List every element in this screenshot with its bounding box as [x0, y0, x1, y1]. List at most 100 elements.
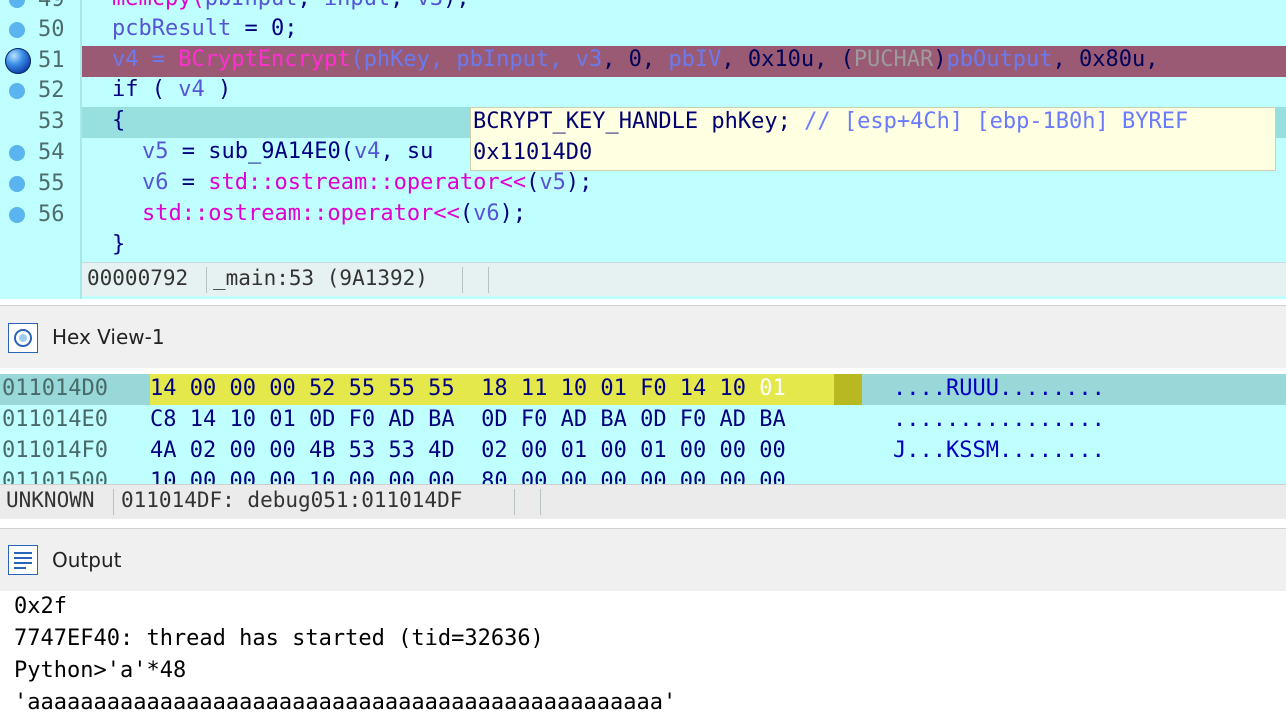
- hex-bytes[interactable]: C8 14 10 01 0D F0 AD BA 0D F0 AD BA 0D F…: [150, 407, 786, 432]
- code-token: if (: [112, 77, 179, 102]
- line-number: 52: [38, 78, 65, 103]
- code-token[interactable]: = sub_9A14E0(: [169, 139, 354, 164]
- code-token[interactable]: v4: [354, 139, 381, 164]
- code-line-57[interactable]: }: [82, 231, 1286, 262]
- tooltip-type: BCRYPT_KEY_HANDLE phKey;: [473, 109, 805, 134]
- gutter-line-54[interactable]: 54: [0, 138, 80, 169]
- output-title-bar[interactable]: Output: [0, 528, 1286, 591]
- hex-view-title-bar[interactable]: Hex View-1: [0, 305, 1286, 368]
- code-token[interactable]: pbInput: [205, 0, 298, 11]
- code-text: v5 = sub_9A14E0(v4, su: [142, 139, 433, 164]
- code-line-49[interactable]: memcpy(pbInput, input, v3);: [82, 0, 1286, 16]
- code-line-55[interactable]: v6 = std::ostream::operator<<(v5);: [82, 169, 1286, 200]
- hex-ascii[interactable]: ....RUUU........: [893, 376, 1105, 401]
- code-token[interactable]: std::ostream::operator<<: [208, 170, 526, 195]
- code-token: ,: [429, 47, 457, 72]
- gutter-line-50[interactable]: 50: [0, 15, 80, 46]
- code-token[interactable]: v6: [142, 170, 169, 195]
- code-token: ,: [549, 47, 576, 72]
- code-token[interactable]: pbOutput: [947, 47, 1053, 72]
- code-token: =: [168, 170, 209, 195]
- code-token[interactable]: pbIV: [668, 47, 721, 72]
- code-text: memcpy(pbInput, input, v3);: [112, 0, 470, 11]
- code-text: v6 = std::ostream::operator<<(v5);: [142, 170, 592, 195]
- code-text: v4 = BCryptEncrypt(phKey, pbInput, v3, 0…: [112, 47, 1158, 72]
- hex-cursor-byte[interactable]: 01: [759, 376, 786, 401]
- code-line-52[interactable]: if ( v4 ): [82, 76, 1286, 107]
- status-divider: [514, 489, 515, 515]
- line-number: 53: [38, 109, 65, 134]
- hex-bytes[interactable]: 10 00 00 00 10 00 00 00 80 00 00 00 00 0…: [150, 469, 786, 484]
- code-token[interactable]: v5: [142, 139, 169, 164]
- code-token[interactable]: v3: [417, 0, 444, 11]
- code-token: ): [933, 47, 947, 72]
- code-token: ): [204, 77, 232, 102]
- pseudocode-status-bar: 00000792 _main:53 (9A1392): [82, 262, 1286, 296]
- hex-row-partial[interactable]: 01101500 10 00 00 00 10 00 00 00 80 00 0…: [0, 467, 1286, 484]
- code-token[interactable]: BCryptEncrypt: [178, 47, 350, 72]
- code-token: ,: [390, 0, 417, 11]
- line-number: 54: [38, 140, 65, 165]
- output-line: 7747EF40: thread has started (tid=32636): [14, 626, 544, 651]
- status-divider: [113, 489, 114, 515]
- status-segment: UNKNOWN: [6, 488, 95, 512]
- code-token: , 0x10u, (: [721, 47, 854, 72]
- hex-row[interactable]: 011014E0 C8 14 10 01 0D F0 AD BA 0D F0 A…: [0, 405, 1286, 436]
- code-token[interactable]: v5: [539, 170, 566, 195]
- code-token[interactable]: v4: [112, 47, 139, 72]
- status-divider: [462, 267, 463, 293]
- gutter-line-56[interactable]: 56: [0, 200, 80, 231]
- breakpoint-marker-icon[interactable]: [9, 83, 25, 99]
- code-text: {: [112, 108, 126, 133]
- breakpoint-marker-icon[interactable]: [9, 176, 25, 192]
- gutter-line-51[interactable]: 51: [0, 46, 80, 77]
- code-token: = 0;: [231, 16, 298, 41]
- code-token[interactable]: pcbResult: [112, 16, 231, 41]
- pseudocode-view[interactable]: 49 50 51 52 53 54 55 56: [0, 0, 1286, 299]
- code-token[interactable]: PUCHAR: [854, 47, 933, 72]
- code-token[interactable]: v4: [178, 77, 205, 102]
- current-instruction-breakpoint-icon[interactable]: [5, 48, 31, 74]
- gutter-line-49[interactable]: 49: [0, 0, 80, 16]
- hex-address: 01101500: [2, 469, 108, 484]
- breakpoint-marker-icon[interactable]: [9, 0, 25, 8]
- code-token: , 0x80u,: [1052, 47, 1159, 72]
- code-line-56[interactable]: std::ostream::operator<<(v6);: [82, 200, 1286, 231]
- gutter-line-52[interactable]: 52: [0, 76, 80, 107]
- status-divider: [206, 267, 207, 293]
- hex-row[interactable]: 011014D0 14 00 00 00 52 55 55 55 18 11 1…: [0, 374, 1286, 405]
- hex-ascii[interactable]: ................: [893, 407, 1105, 432]
- code-token: );: [499, 201, 527, 226]
- line-number-gutter[interactable]: 49 50 51 52 53 54 55 56: [0, 0, 80, 299]
- hex-view[interactable]: 011014D0 14 00 00 00 52 55 55 55 18 11 1…: [0, 374, 1286, 484]
- code-token[interactable]: std::ostream::operator<<: [142, 201, 460, 226]
- code-token[interactable]: input: [324, 0, 390, 11]
- tooltip-declaration: BCRYPT_KEY_HANDLE phKey; // [esp+4Ch] [e…: [473, 109, 1188, 134]
- code-token[interactable]: pbInput: [456, 47, 549, 72]
- hex-row[interactable]: 011014F0 4A 02 00 00 4B 53 53 4D 02 00 0…: [0, 436, 1286, 467]
- code-text: pcbResult = 0;: [112, 16, 297, 41]
- breakpoint-marker-icon[interactable]: [9, 145, 25, 161]
- line-number: 50: [38, 17, 65, 42]
- hex-bytes[interactable]: 4A 02 00 00 4B 53 53 4D 02 00 01 00 01 0…: [150, 438, 786, 463]
- code-token[interactable]: v3: [576, 47, 603, 72]
- code-token[interactable]: phKey: [364, 47, 430, 72]
- code-line-50[interactable]: pcbResult = 0;: [82, 15, 1286, 46]
- gutter-line-53[interactable]: 53: [0, 107, 80, 138]
- code-token: );: [565, 170, 593, 195]
- line-number: 56: [38, 202, 65, 227]
- hex-ascii[interactable]: J...KSSM........: [893, 438, 1105, 463]
- gutter-line-55[interactable]: 55: [0, 169, 80, 200]
- status-offset: 00000792: [87, 266, 189, 290]
- output-console[interactable]: 0x2f 7747EF40: thread has started (tid=3…: [0, 592, 1286, 716]
- code-token[interactable]: memcpy(: [112, 0, 205, 11]
- hex-byte-run[interactable]: 14 00 00 00 52 55 55 55 18 11 10 01 F0 1…: [150, 376, 759, 401]
- breakpoint-marker-icon[interactable]: [9, 22, 25, 38]
- hex-view-icon: [8, 323, 38, 353]
- hex-bytes[interactable]: 14 00 00 00 52 55 55 55 18 11 10 01 F0 1…: [150, 376, 786, 401]
- breakpoint-marker-icon[interactable]: [9, 207, 25, 223]
- hex-address: 011014D0: [2, 376, 108, 401]
- code-token[interactable]: v6: [473, 201, 500, 226]
- code-line-51-current[interactable]: v4 = BCryptEncrypt(phKey, pbInput, v3, 0…: [82, 46, 1286, 77]
- line-number: 49: [38, 0, 65, 12]
